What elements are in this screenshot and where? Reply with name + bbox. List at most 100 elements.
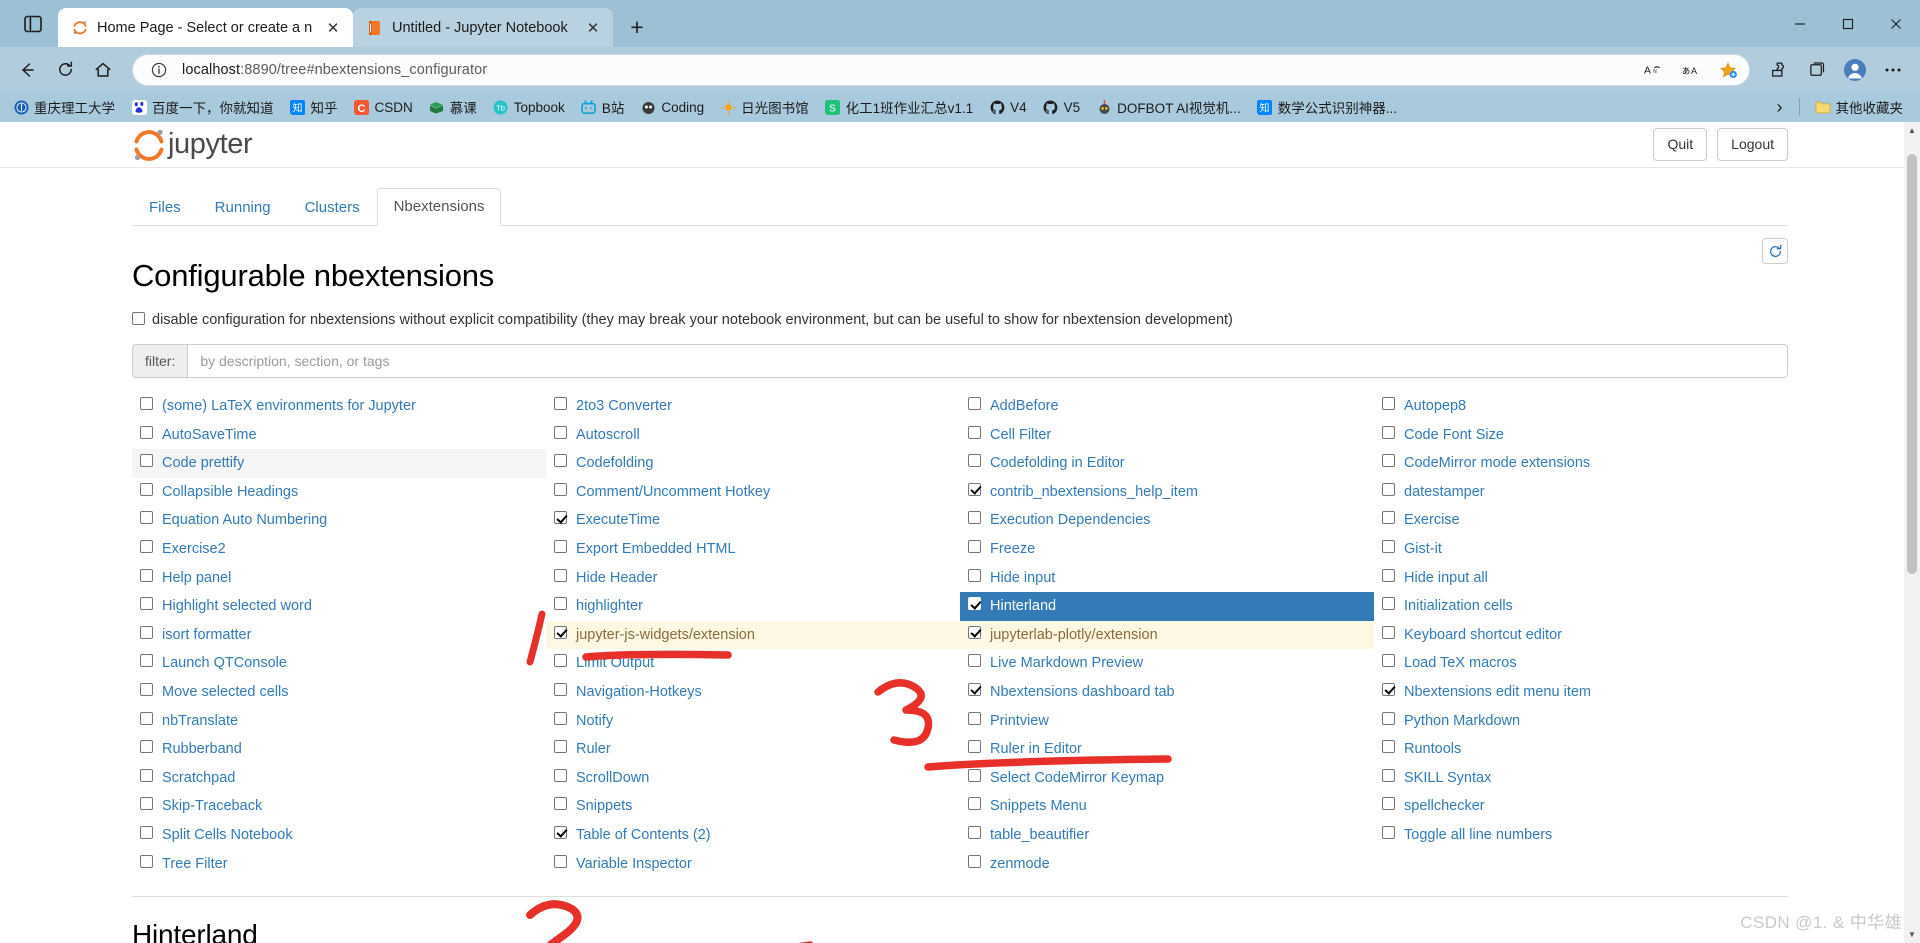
extension-item[interactable]: Runtools xyxy=(1374,735,1788,764)
extension-item[interactable]: table_beautifier xyxy=(960,821,1374,850)
collections-icon[interactable] xyxy=(1800,53,1834,87)
extension-checkbox[interactable] xyxy=(968,796,981,817)
extension-checkbox[interactable] xyxy=(554,711,567,732)
extension-checkbox[interactable] xyxy=(968,653,981,674)
home-icon[interactable] xyxy=(86,53,120,87)
tab-running[interactable]: Running xyxy=(198,189,288,226)
bookmark-item[interactable]: 日光图书馆 xyxy=(713,94,816,120)
extension-item[interactable]: Autopep8 xyxy=(1374,392,1788,421)
browser-tab-home-page[interactable]: Home Page - Select or create a n ✕ xyxy=(58,8,353,47)
extension-item[interactable]: Exercise2 xyxy=(132,535,546,564)
extension-checkbox[interactable] xyxy=(968,539,981,560)
extension-checkbox[interactable] xyxy=(554,568,567,589)
extension-checkbox[interactable] xyxy=(554,482,567,503)
maximize-icon[interactable] xyxy=(1824,0,1872,47)
bookmark-item[interactable]: S 化工1班作业汇总v1.1 xyxy=(818,94,981,120)
extension-checkbox[interactable] xyxy=(554,596,567,617)
back-icon[interactable] xyxy=(10,53,44,87)
extension-checkbox[interactable] xyxy=(140,825,153,846)
extension-checkbox[interactable] xyxy=(1382,653,1395,674)
extension-item[interactable]: zenmode xyxy=(960,850,1374,879)
extension-checkbox[interactable] xyxy=(968,596,981,617)
extension-checkbox[interactable] xyxy=(1382,510,1395,531)
new-tab-button[interactable]: + xyxy=(621,11,653,43)
scroll-up-icon[interactable]: ▲ xyxy=(1904,122,1920,139)
extension-item[interactable]: AutoSaveTime xyxy=(132,421,546,450)
extension-item[interactable]: Execution Dependencies xyxy=(960,506,1374,535)
extension-item[interactable]: Table of Contents (2) xyxy=(546,821,960,850)
extension-checkbox[interactable] xyxy=(554,796,567,817)
extension-checkbox[interactable] xyxy=(140,453,153,474)
close-icon[interactable]: ✕ xyxy=(583,18,603,38)
extension-checkbox[interactable] xyxy=(1382,482,1395,503)
extension-checkbox[interactable] xyxy=(968,825,981,846)
extension-item[interactable]: Comment/Uncomment Hotkey xyxy=(546,478,960,507)
reload-icon[interactable] xyxy=(48,53,82,87)
extension-item[interactable]: Variable Inspector xyxy=(546,850,960,879)
bookmark-item[interactable]: B站 xyxy=(574,94,632,120)
extension-item[interactable]: Hide Header xyxy=(546,564,960,593)
extension-checkbox[interactable] xyxy=(1382,796,1395,817)
extension-checkbox[interactable] xyxy=(140,596,153,617)
extension-checkbox[interactable] xyxy=(1382,682,1395,703)
extension-checkbox[interactable] xyxy=(554,539,567,560)
extension-item[interactable]: Toggle all line numbers xyxy=(1374,821,1788,850)
extension-checkbox[interactable] xyxy=(554,453,567,474)
extension-item[interactable]: Nbextensions dashboard tab xyxy=(960,678,1374,707)
extension-checkbox[interactable] xyxy=(140,425,153,446)
refresh-icon[interactable] xyxy=(1762,238,1788,264)
page-scrollbar[interactable]: ▲ ▼ xyxy=(1904,122,1920,943)
extension-checkbox[interactable] xyxy=(554,625,567,646)
extension-item[interactable]: Exercise xyxy=(1374,506,1788,535)
other-bookmarks-folder[interactable]: 其他收藏夹 xyxy=(1808,94,1911,120)
extension-checkbox[interactable] xyxy=(554,739,567,760)
extension-item[interactable]: Gist-it xyxy=(1374,535,1788,564)
extension-checkbox[interactable] xyxy=(140,396,153,417)
extension-item[interactable]: ScrollDown xyxy=(546,764,960,793)
extension-checkbox[interactable] xyxy=(1382,425,1395,446)
extension-item[interactable]: Ruler xyxy=(546,735,960,764)
tab-files[interactable]: Files xyxy=(132,189,198,226)
extension-checkbox[interactable] xyxy=(140,625,153,646)
extension-checkbox[interactable] xyxy=(140,539,153,560)
extension-item[interactable]: Select CodeMirror Keymap xyxy=(960,764,1374,793)
extension-checkbox[interactable] xyxy=(140,739,153,760)
extension-checkbox[interactable] xyxy=(554,425,567,446)
extension-item[interactable]: contrib_nbextensions_help_item xyxy=(960,478,1374,507)
extension-checkbox[interactable] xyxy=(554,825,567,846)
extension-checkbox[interactable] xyxy=(554,653,567,674)
extension-checkbox[interactable] xyxy=(554,396,567,417)
extension-item[interactable]: Python Markdown xyxy=(1374,707,1788,736)
extension-item[interactable]: Hinterland xyxy=(960,592,1374,621)
extension-checkbox[interactable] xyxy=(1382,625,1395,646)
extension-checkbox[interactable] xyxy=(968,425,981,446)
extension-checkbox[interactable] xyxy=(140,482,153,503)
extension-item[interactable]: Launch QTConsole xyxy=(132,649,546,678)
extension-checkbox[interactable] xyxy=(1382,453,1395,474)
extension-item[interactable]: 2to3 Converter xyxy=(546,392,960,421)
bookmark-item[interactable]: 知 数学公式识别神器... xyxy=(1250,94,1404,120)
extension-checkbox[interactable] xyxy=(140,854,153,875)
extension-item[interactable]: jupyter-js-widgets/extension xyxy=(546,620,960,650)
extension-checkbox[interactable] xyxy=(968,625,981,646)
tab-clusters[interactable]: Clusters xyxy=(288,189,377,226)
logout-button[interactable]: Logout xyxy=(1717,128,1788,161)
extension-item[interactable]: Highlight selected word xyxy=(132,592,546,621)
extension-item[interactable]: Keyboard shortcut editor xyxy=(1374,621,1788,650)
read-aloud-icon[interactable]: Aᴺ xyxy=(1640,56,1667,83)
bookmark-item[interactable]: V5 xyxy=(1036,96,1088,118)
disable-config-row[interactable]: disable configuration for nbextensions w… xyxy=(132,312,1788,328)
bookmark-item[interactable]: 重庆理工大学 xyxy=(6,94,122,120)
extension-item[interactable]: SKILL Syntax xyxy=(1374,764,1788,793)
extension-checkbox[interactable] xyxy=(968,854,981,875)
extension-checkbox[interactable] xyxy=(1382,396,1395,417)
extension-item[interactable]: Live Markdown Preview xyxy=(960,649,1374,678)
close-icon[interactable]: ✕ xyxy=(323,18,343,38)
extension-checkbox[interactable] xyxy=(968,682,981,703)
bookmark-item[interactable]: 慕课 xyxy=(422,94,484,120)
extension-checkbox[interactable] xyxy=(140,768,153,789)
extension-item[interactable]: Freeze xyxy=(960,535,1374,564)
minimize-icon[interactable] xyxy=(1776,0,1824,47)
extension-item[interactable]: Hide input all xyxy=(1374,564,1788,593)
browser-tab-untitled-notebook[interactable]: Untitled - Jupyter Notebook ✕ xyxy=(353,8,613,47)
